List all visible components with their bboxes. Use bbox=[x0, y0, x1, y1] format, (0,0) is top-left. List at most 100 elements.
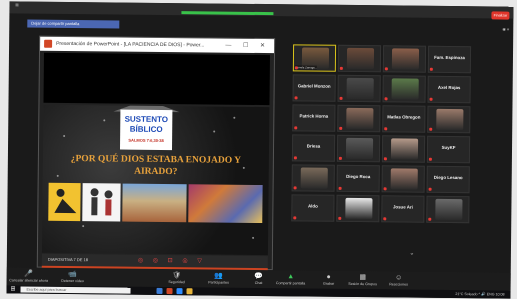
muted-mic-icon bbox=[339, 66, 343, 70]
participant-tile[interactable] bbox=[337, 44, 382, 73]
participant-tile[interactable] bbox=[426, 195, 470, 224]
participant-tile[interactable] bbox=[291, 164, 335, 192]
participant-video bbox=[346, 107, 374, 130]
participant-tile[interactable] bbox=[336, 194, 380, 223]
participant-name: Gabriel Monzon bbox=[297, 83, 331, 89]
participant-name: Josue Ari bbox=[392, 204, 413, 210]
ppt-window-controls[interactable]: — ☐ ✕ bbox=[225, 39, 270, 53]
participant-tile[interactable]: Gabriel Monzon bbox=[292, 74, 336, 102]
toolbar-button[interactable]: ▦ Sesión de Grupos bbox=[343, 273, 383, 287]
muted-mic-icon bbox=[294, 126, 298, 130]
participant-tile[interactable]: Briesa bbox=[291, 134, 336, 162]
participant-name: Matías Obregon bbox=[387, 114, 421, 120]
participant-video bbox=[300, 167, 328, 189]
stop-share-button[interactable]: Dejar de compartir pantalla bbox=[27, 19, 120, 29]
participant-name: Axel Rojas bbox=[437, 84, 461, 91]
sign-title-line2: BÍBLICO bbox=[129, 124, 163, 134]
participant-name: Briesa bbox=[306, 143, 321, 149]
taskbar-app-icon[interactable] bbox=[156, 287, 163, 294]
muted-mic-icon bbox=[293, 186, 297, 190]
participant-name: Diego Roca bbox=[346, 173, 371, 180]
participant-tile[interactable]: Pamela Zarragu... bbox=[292, 44, 337, 72]
participant-tile[interactable]: Axel Rojas bbox=[427, 75, 471, 104]
muted-mic-icon bbox=[339, 126, 343, 130]
muted-mic-icon bbox=[294, 96, 298, 100]
toolbar-icon: ▦ bbox=[359, 274, 367, 282]
powerpoint-icon bbox=[44, 39, 53, 48]
participant-tile[interactable]: Diego Roca bbox=[336, 164, 380, 193]
toolbar-label: Sesión de Grupos bbox=[348, 281, 378, 287]
muted-mic-icon bbox=[384, 97, 388, 101]
participant-name: SuyKF bbox=[441, 144, 456, 151]
toolbar-label: Cancelar silenciar ahora bbox=[9, 278, 49, 283]
toolbar-button[interactable]: 📹 Detener vídeo bbox=[53, 270, 93, 284]
toolbar-button[interactable]: ☺ Reacciones bbox=[379, 273, 419, 287]
participant-tile[interactable]: SuyKF bbox=[426, 135, 471, 164]
sparkle bbox=[252, 236, 255, 239]
toolbar-icon: ☺ bbox=[395, 274, 403, 282]
participant-tile[interactable]: Josue Ari bbox=[381, 195, 425, 223]
toolbar-button[interactable]: ▲ Compartir pantalla bbox=[271, 272, 311, 286]
participant-tile[interactable] bbox=[381, 135, 426, 163]
participant-tile[interactable] bbox=[337, 74, 381, 103]
muted-mic-icon bbox=[338, 156, 342, 160]
participant-tile[interactable]: Patrick Horna bbox=[292, 104, 336, 132]
participant-tile[interactable] bbox=[336, 134, 381, 163]
muted-mic-icon bbox=[293, 156, 297, 160]
participant-tile[interactable]: Diego Lesano bbox=[426, 165, 470, 194]
powerpoint-window[interactable]: Presentación de PowerPoint - [LA PACIENC… bbox=[36, 35, 276, 272]
participant-tile[interactable] bbox=[381, 165, 425, 193]
muted-mic-icon bbox=[294, 66, 298, 70]
toolbar-button[interactable]: 🛡 Seguridad bbox=[157, 271, 197, 285]
muted-mic-icon bbox=[428, 157, 432, 161]
toolbar-label: Compartir pantalla bbox=[275, 281, 306, 286]
participant-tile[interactable] bbox=[427, 105, 471, 134]
window-controls[interactable]: ◉ ≡ bbox=[502, 27, 509, 32]
slide[interactable]: SUSTENTO BÍBLICO SALMOS 7:6,30-38 ¿POR Q… bbox=[41, 104, 270, 256]
taskbar-zoom-icon[interactable] bbox=[176, 288, 183, 295]
muted-mic-icon bbox=[383, 217, 387, 221]
muted-mic-icon bbox=[293, 216, 297, 220]
muted-mic-icon bbox=[429, 127, 433, 131]
sustento-sign: SUSTENTO BÍBLICO SALMOS 7:6,30-38 bbox=[119, 109, 173, 151]
muted-mic-icon bbox=[428, 217, 432, 221]
participant-tile[interactable]: Aldo bbox=[291, 194, 335, 222]
gallery-next-icon[interactable]: ⌄ bbox=[400, 249, 424, 257]
window-dot-icon bbox=[15, 3, 19, 7]
muted-mic-icon bbox=[339, 96, 343, 100]
taskbar-search-input[interactable]: Escribe aquí para buscar bbox=[20, 286, 131, 294]
muted-mic-icon bbox=[383, 187, 387, 191]
screen: Dejar de compartir pantalla ◉ ≡ Presenta… bbox=[6, 1, 514, 299]
end-meeting-button[interactable]: Finalizar bbox=[491, 11, 510, 20]
participant-name: Diego Lesano bbox=[433, 174, 463, 181]
toolbar-button[interactable]: 👥 Participantes bbox=[199, 271, 239, 285]
participant-video bbox=[390, 168, 418, 190]
toolbar-icon: 🛡 bbox=[172, 272, 182, 280]
toolbar-label: Seguridad bbox=[168, 280, 185, 285]
painting-picture bbox=[188, 184, 263, 224]
participant-tile[interactable] bbox=[382, 45, 427, 73]
toolbar-button[interactable]: 🎤 Cancelar silenciar ahora bbox=[9, 269, 49, 283]
participant-label: Pamela Zarragu... bbox=[294, 65, 318, 70]
slide-question: ¿POR QUÉ DIOS ESTABA ENOJADO Y AIRADO? bbox=[70, 154, 242, 178]
participant-video bbox=[346, 47, 375, 70]
slide-controls[interactable]: ◎ ◎ ⊡ ◎ ▽ bbox=[138, 255, 206, 268]
top-strip bbox=[9, 1, 514, 19]
windows-start-icon[interactable]: ⊞ bbox=[10, 286, 15, 292]
taskbar-folder-icon[interactable] bbox=[186, 288, 193, 295]
participant-tile[interactable]: Fam. Espinoza bbox=[427, 45, 472, 74]
system-tray[interactable]: 21°C Soleado ^ 🔊 ENG 10:08 bbox=[455, 291, 504, 298]
taskbar-powerpoint-icon[interactable] bbox=[166, 288, 173, 295]
ppt-window-title: Presentación de PowerPoint - [LA PACIENC… bbox=[56, 40, 205, 49]
participant-tile[interactable] bbox=[382, 75, 426, 103]
sparkle bbox=[82, 225, 85, 228]
participant-video bbox=[346, 77, 374, 100]
toolbar-icon: 🎤 bbox=[24, 270, 34, 278]
participant-tile[interactable] bbox=[337, 104, 381, 133]
ppt-title-bar[interactable]: Presentación de PowerPoint - [LA PACIENC… bbox=[40, 36, 275, 54]
participant-tile[interactable]: Matías Obregon bbox=[382, 105, 426, 133]
participant-video bbox=[436, 108, 464, 131]
sparkle bbox=[213, 130, 216, 133]
muted-mic-icon bbox=[338, 216, 342, 220]
participant-video bbox=[390, 138, 419, 160]
